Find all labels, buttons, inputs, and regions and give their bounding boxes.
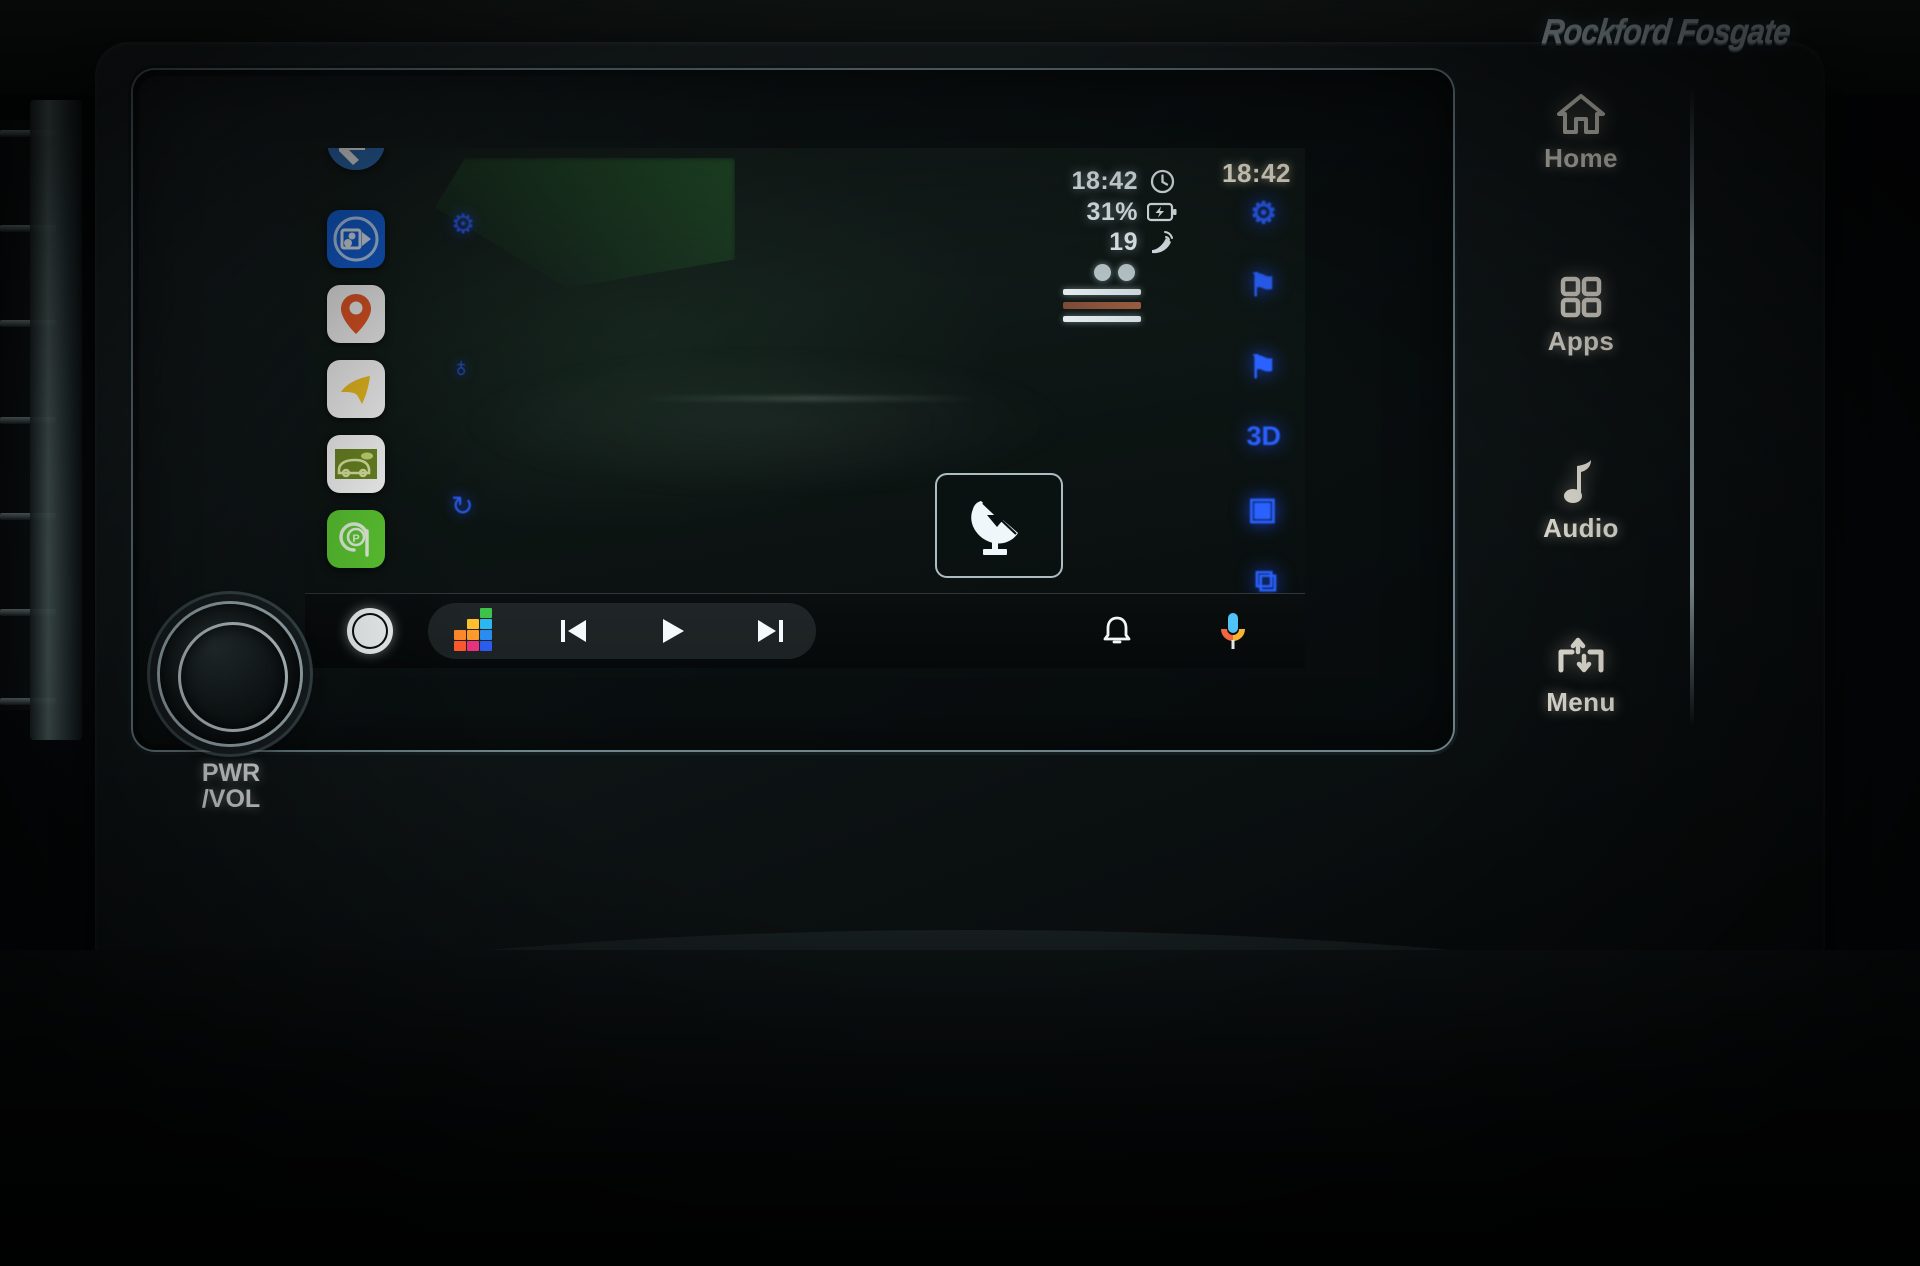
waze-arrow-icon (339, 148, 365, 165)
status-battery-row: 31% (997, 197, 1177, 228)
ghost-icon-settings-gear[interactable]: ⚙ (451, 211, 475, 238)
home-icon (1557, 94, 1605, 134)
dashboard-photo: Rockford Fosgate P ⚙ ♁ ↻ 18:42 31% 19 18… (0, 0, 1920, 1266)
status-time-row: 18:42 (997, 166, 1177, 197)
menu-updown-arrows-icon (1558, 637, 1604, 673)
status-bars (997, 288, 1177, 322)
hard-button-menu-label: Menu (1546, 687, 1616, 717)
satellite-dish-button[interactable] (935, 473, 1063, 578)
app-icon-parking[interactable]: P (327, 510, 385, 568)
dashcam-car-icon (335, 449, 377, 479)
notification-bell-button[interactable] (1097, 611, 1137, 651)
media-controls-pill (428, 603, 816, 659)
clock-icon (1147, 168, 1177, 194)
blue-glyph-window[interactable]: ▣ (1248, 491, 1277, 527)
status-dots (997, 263, 1177, 281)
blue-glyph-3d[interactable]: 3D (1246, 421, 1281, 452)
hard-button-audio-label: Audio (1543, 513, 1619, 543)
next-track-button[interactable] (750, 611, 790, 651)
power-volume-label: PWR /VOL (201, 759, 261, 814)
screen-streak (635, 396, 985, 401)
play-icon (663, 619, 684, 643)
microphone-icon (1221, 613, 1245, 649)
bell-icon (1103, 616, 1131, 644)
satellite-dish-icon (971, 500, 1018, 555)
map-pin-icon (341, 294, 371, 334)
hard-button-home-label: Home (1544, 143, 1618, 173)
ghost-icon-globe[interactable]: ♁ (451, 354, 471, 381)
hard-button-apps[interactable]: Apps (1476, 275, 1686, 357)
power-volume-knob-group: PWR /VOL (160, 604, 390, 834)
play-button[interactable] (652, 611, 692, 651)
blue-column-clock: 18:42 (1222, 158, 1291, 188)
app-rail: P (313, 148, 405, 610)
media-card-icon (333, 216, 379, 262)
hard-button-home[interactable]: Home (1476, 92, 1686, 174)
air-vent-trim (30, 100, 82, 740)
blue-glyph-flag-1[interactable]: ⚑ (1248, 266, 1277, 304)
yellow-cursor-arrow-icon (341, 376, 370, 404)
status-satellites: 19 (1109, 228, 1138, 256)
hard-button-audio[interactable]: Audio (1476, 458, 1686, 544)
app-icon-dashcam[interactable] (327, 435, 385, 493)
infotainment-screen[interactable]: P ⚙ ♁ ↻ 18:42 31% 19 18:42 ⚙ ⚑ ⚑ 3D ▣ ⧉ (305, 148, 1305, 668)
battery-charging-icon (1147, 199, 1177, 225)
hard-button-apps-label: Apps (1547, 326, 1615, 356)
parking-p-icon: P (339, 522, 369, 557)
status-satellites-row: 19 (997, 227, 1177, 258)
dash-lower-surface (0, 950, 1920, 1266)
google-assistant-mic-button[interactable] (1213, 611, 1253, 651)
previous-track-button[interactable] (554, 611, 594, 651)
media-dock (305, 593, 1305, 668)
power-volume-knob[interactable] (160, 604, 300, 744)
dock-right-group (1097, 611, 1253, 651)
status-cluster: 18:42 31% 19 (997, 166, 1177, 322)
blue-status-column: 18:42 ⚙ ⚑ ⚑ 3D ▣ ⧉ (1203, 158, 1295, 658)
svg-text:P: P (352, 533, 359, 545)
status-time: 18:42 (1071, 167, 1138, 195)
deezer-equalizer-icon[interactable] (454, 608, 496, 651)
status-battery: 31% (1086, 197, 1138, 226)
app-icon-maps[interactable] (327, 285, 385, 343)
app-icon-waze-navigation[interactable] (327, 148, 385, 170)
ghost-icon-sync[interactable]: ↻ (451, 493, 474, 520)
music-note-icon (1564, 460, 1591, 503)
grid-apps-icon (1560, 276, 1602, 318)
skip-next-icon (758, 620, 783, 642)
app-icon-navigation-arrow[interactable] (327, 360, 385, 418)
hard-button-column: Home Apps Audio Menu (1476, 80, 1686, 740)
rockford-fosgate-badge: Rockford Fosgate (1540, 11, 1792, 52)
app-icon-media-player[interactable] (327, 210, 385, 268)
blue-glyph-flag-2[interactable]: ⚑ (1248, 348, 1277, 386)
skip-previous-icon (561, 620, 586, 642)
hard-button-menu[interactable]: Menu (1476, 636, 1686, 718)
blue-glyph-settings[interactable]: ⚙ (1250, 196, 1277, 231)
glass-right-edge-highlight (1690, 86, 1694, 726)
satellite-signal-icon (1147, 229, 1177, 255)
screen-green-reflection (435, 158, 735, 288)
